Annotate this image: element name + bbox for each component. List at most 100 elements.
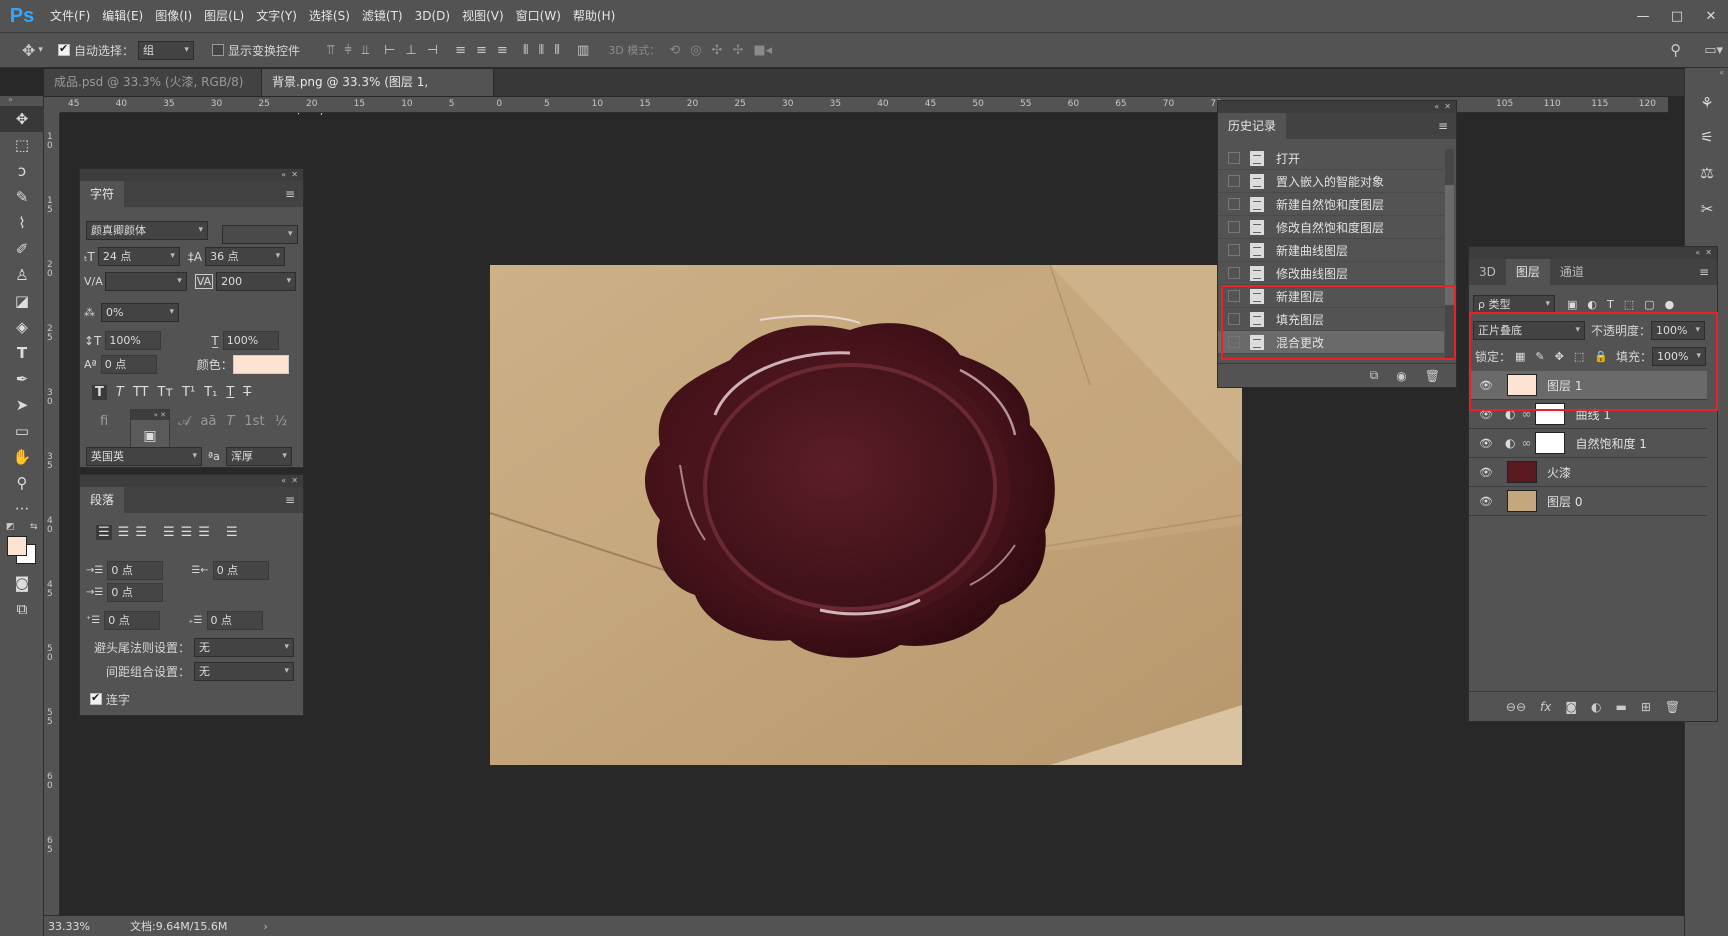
close-icon[interactable]: ✕: [1444, 102, 1451, 111]
collapse-icon[interactable]: «: [1434, 102, 1439, 111]
chevron-down-icon[interactable]: ▾: [38, 45, 43, 55]
delete-layer-icon[interactable]: 🗑: [1665, 700, 1680, 714]
roll-3d-icon[interactable]: ◎: [690, 43, 701, 58]
default-colors-icon[interactable]: ◩: [6, 522, 15, 532]
filter-type-icon[interactable]: T: [1607, 298, 1614, 311]
new-layer-icon[interactable]: ⊞: [1641, 700, 1651, 714]
layer-name[interactable]: 自然饱和度 1: [1575, 435, 1646, 452]
collapse-icon[interactable]: »: [0, 96, 43, 106]
scale-3d-icon[interactable]: ■◂: [753, 43, 772, 58]
mask-link-icon[interactable]: ∞: [1521, 436, 1531, 450]
show-transform-checkbox[interactable]: [211, 43, 224, 56]
indent-left-field[interactable]: 0 点: [107, 561, 164, 580]
slide-3d-icon[interactable]: ✢: [732, 43, 743, 58]
align-left-icon[interactable]: ⊢: [384, 43, 395, 58]
gradient-tool[interactable]: ◈: [0, 314, 44, 340]
swash-icon[interactable]: 𝒜: [178, 414, 190, 429]
tab-paragraph[interactable]: 段落: [80, 487, 125, 513]
align-right-text-icon[interactable]: ☰: [135, 525, 147, 540]
distribute-top-icon[interactable]: ≡: [455, 43, 466, 58]
strikethrough-icon[interactable]: T: [243, 385, 251, 400]
zoom-tool[interactable]: ⚲: [0, 470, 44, 496]
history-source-checkbox[interactable]: [1228, 175, 1240, 187]
vertical-scale-field[interactable]: 100%: [105, 331, 162, 350]
font-style-dropdown[interactable]: ▾: [221, 224, 298, 244]
snapshot-icon[interactable]: ◉: [1396, 369, 1406, 383]
eyedropper-tool[interactable]: ⌇: [0, 210, 44, 236]
history-source-checkbox[interactable]: [1228, 152, 1240, 164]
add-mask-icon[interactable]: ◙: [1565, 700, 1577, 714]
justify-last-right-icon[interactable]: ☰: [198, 525, 210, 540]
history-source-checkbox[interactable]: [1228, 198, 1240, 210]
align-hcenter-icon[interactable]: ⊥: [405, 43, 416, 58]
adjustments-icon[interactable]: ⚟: [1685, 124, 1728, 150]
auto-select-checkbox[interactable]: [57, 42, 70, 56]
more-tools[interactable]: ···: [0, 496, 44, 522]
font-family-dropdown[interactable]: 颜真卿颜体 ▾: [86, 221, 208, 240]
align-vcenter-icon[interactable]: ⫩: [344, 43, 351, 58]
distribute-left-icon[interactable]: ⦀: [523, 43, 529, 58]
tab-layers[interactable]: 图层: [1505, 259, 1550, 285]
foreground-color-swatch[interactable]: [7, 536, 27, 556]
kinsoku-dropdown[interactable]: 无 ▾: [194, 638, 295, 657]
path-select-tool[interactable]: ➤: [0, 392, 44, 418]
layer-thumbnail[interactable]: [1535, 432, 1566, 454]
layer-row[interactable]: 👁 ◐ ∞ 自然饱和度 1: [1469, 429, 1707, 458]
close-icon[interactable]: ✕: [1705, 248, 1712, 257]
menu-item[interactable]: 图像(I): [149, 0, 198, 32]
new-group-icon[interactable]: ▬: [1615, 700, 1626, 714]
brush-tool[interactable]: ✐: [0, 236, 44, 262]
faux-bold-icon[interactable]: T: [92, 385, 107, 400]
quick-mask-icon[interactable]: ◙: [0, 570, 44, 596]
justify-last-left-icon[interactable]: ☰: [163, 525, 175, 540]
tab-channels[interactable]: 通道: [1550, 259, 1594, 285]
new-document-from-state-icon[interactable]: ⧉: [1370, 368, 1379, 383]
filter-pixel-icon[interactable]: ▣: [1567, 298, 1577, 311]
type-tool[interactable]: T: [0, 340, 44, 366]
tool-presets-icon[interactable]: ✂: [1685, 196, 1728, 222]
menu-item[interactable]: 文件(F): [44, 0, 96, 32]
close-icon[interactable]: ✕: [291, 170, 298, 179]
menu-item[interactable]: 3D(D): [409, 0, 456, 32]
space-after-field[interactable]: 0 点: [206, 611, 263, 630]
history-item[interactable]: 打开: [1218, 147, 1444, 170]
visibility-eye-icon[interactable]: 👁: [1475, 437, 1497, 450]
minimize-button[interactable]: —: [1626, 9, 1660, 24]
align-top-icon[interactable]: ⫪: [327, 43, 334, 58]
distribute-vcenter-icon[interactable]: ≡: [476, 43, 487, 58]
tab-chengpin[interactable]: 成品.psd @ 33.3% (火漆, RGB/8) *×: [44, 69, 262, 116]
zoom-level[interactable]: 33.33%: [44, 920, 104, 933]
align-bottom-icon[interactable]: ⫫: [362, 43, 369, 58]
swap-colors-icon[interactable]: ⇆: [30, 522, 38, 532]
history-item[interactable]: 新建自然饱和度图层: [1218, 193, 1444, 216]
drag-3d-icon[interactable]: ✣: [712, 43, 723, 58]
pen-tool[interactable]: ✒: [0, 366, 44, 392]
space-before-field[interactable]: 0 点: [104, 611, 161, 630]
eraser-tool[interactable]: ◪: [0, 288, 44, 314]
hand-tool[interactable]: ✋: [0, 444, 44, 470]
status-menu-arrow[interactable]: ›: [263, 920, 267, 933]
link-layers-icon[interactable]: ⊖⊖: [1506, 700, 1526, 714]
indent-right-field[interactable]: 0 点: [212, 561, 269, 580]
stamp-tool[interactable]: ♙: [0, 262, 44, 288]
visibility-eye-icon[interactable]: 👁: [1475, 466, 1497, 479]
document-canvas[interactable]: [490, 265, 1242, 765]
fraction-icon[interactable]: ½: [275, 414, 288, 429]
menu-item[interactable]: 视图(V): [456, 0, 510, 32]
distribute-right-icon[interactable]: ⦀: [554, 43, 560, 58]
fx-icon[interactable]: fx: [1540, 700, 1551, 714]
tab-history[interactable]: 历史记录: [1218, 113, 1287, 139]
layer-name[interactable]: 图层 0: [1547, 493, 1582, 510]
align-left-text-icon[interactable]: ☰: [96, 525, 112, 540]
menu-item[interactable]: 编辑(E): [96, 0, 149, 32]
expand-icon[interactable]: «: [1685, 68, 1728, 80]
brush-settings-icon[interactable]: ⚘: [1685, 90, 1728, 116]
layer-thumbnail[interactable]: [1507, 461, 1537, 483]
distribute-hcenter-icon[interactable]: ⦀: [539, 43, 545, 58]
horizontal-scale-field[interactable]: 100%: [222, 331, 279, 350]
align-center-text-icon[interactable]: ☰: [118, 525, 130, 540]
ligature-icon[interactable]: fi: [100, 414, 108, 429]
history-source-checkbox[interactable]: [1228, 244, 1240, 256]
marquee-tool[interactable]: ⬚: [0, 132, 44, 158]
panel-menu-icon[interactable]: ≡: [285, 187, 295, 201]
